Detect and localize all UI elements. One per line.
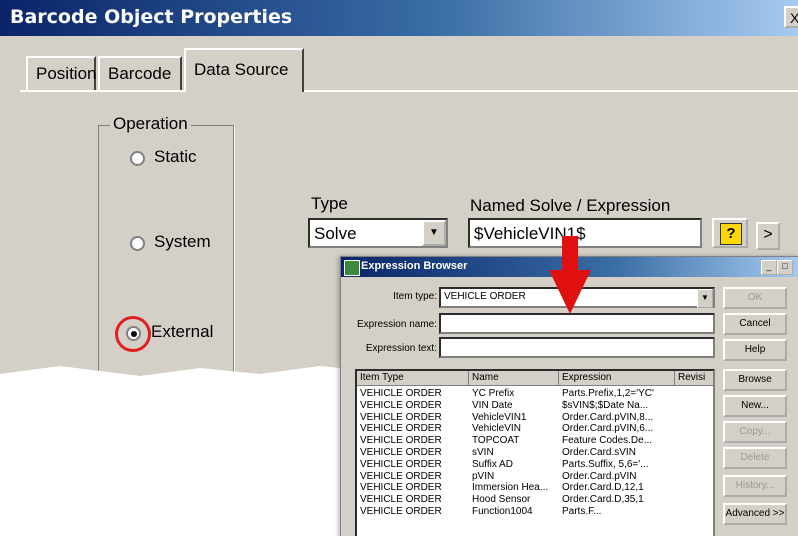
tab-position[interactable]: Position [26, 56, 96, 90]
chevron-down-icon[interactable]: ▼ [697, 289, 713, 308]
table-cell: VEHICLE ORDER [360, 423, 442, 435]
table-cell: VEHICLE ORDER [360, 411, 442, 423]
table-cell: VEHICLE ORDER [360, 458, 442, 470]
column-header-expression[interactable]: Expression [559, 371, 675, 386]
app-icon [344, 260, 360, 276]
table-cell: VEHICLE ORDER [360, 388, 442, 399]
table-cell: Function1004 [472, 506, 533, 517]
ok-button[interactable]: OK [723, 287, 787, 309]
tab-panel-border [20, 90, 798, 92]
highlight-circle [115, 316, 151, 352]
expression-name-input[interactable] [439, 313, 715, 334]
window-title: Barcode Object Properties [10, 6, 293, 28]
type-value: Solve [314, 224, 357, 243]
arrow-head [549, 270, 591, 314]
expression-text-input[interactable] [439, 337, 715, 358]
delete-button[interactable]: Delete [723, 447, 787, 469]
table-row[interactable]: VEHICLE ORDER VehicleVIN1 Order.Card.pVIN,… [357, 412, 713, 423]
table-cell: VIN Date [472, 399, 513, 411]
table-cell: VEHICLE ORDER [360, 470, 442, 482]
table-cell: Suffix AD [472, 458, 513, 470]
radio-external-label: External [151, 322, 214, 341]
browse-button[interactable]: Browse [723, 369, 787, 391]
table-row[interactable]: VEHICLE ORDER pVIN Order.Card.pVIN [357, 471, 713, 482]
table-row[interactable]: VEHICLE ORDER VIN Date $sVIN$;$Date Na... [357, 400, 713, 411]
table-cell: VehicleVIN [472, 423, 521, 435]
item-type-label: Item type: [393, 291, 437, 302]
cancel-button[interactable]: Cancel [723, 313, 787, 335]
table-cell: Order.Card.pVIN,6... [562, 423, 654, 435]
column-header-item-type[interactable]: Item Type [357, 371, 469, 386]
operation-legend: Operation [110, 114, 191, 134]
item-type-value: VEHICLE ORDER [444, 291, 526, 302]
table-cell: Parts.Prefix,1,2='YC' [562, 388, 654, 399]
column-header-name[interactable]: Name [469, 371, 559, 386]
table-row[interactable]: VEHICLE ORDER YC Prefix Parts.Prefix,1,2='… [357, 388, 713, 399]
radio-system[interactable] [130, 236, 145, 251]
table-cell: TOPCOAT [472, 435, 520, 447]
new-button[interactable]: New... [723, 395, 787, 417]
radio-static[interactable] [130, 151, 145, 166]
table-cell: Order.Card.sVIN [562, 447, 636, 458]
advanced-button[interactable]: Advanced >> [723, 503, 787, 525]
chevron-down-icon[interactable]: ▼ [422, 220, 446, 246]
table-cell: Parts.Suffix, 5,6='... [562, 458, 649, 470]
table-row[interactable]: VEHICLE ORDER Suffix AD Parts.Suffix, 5,6=… [357, 459, 713, 470]
maximize-icon[interactable]: □ [777, 260, 793, 275]
table-row[interactable]: VEHICLE ORDER TOPCOAT Feature Codes.De... [357, 435, 713, 446]
table-cell: sVIN [472, 447, 494, 458]
type-select[interactable]: Solve ▼ [308, 218, 448, 248]
table-cell: Parts.F... [562, 506, 602, 517]
list-header: Item Type Name Expression Revisi [357, 371, 713, 386]
table-cell: Hood Sensor [472, 494, 531, 506]
table-cell: $sVIN$;$Date Na... [562, 399, 649, 411]
type-label: Type [311, 194, 348, 213]
table-row[interactable]: VEHICLE ORDER sVIN Order.Card.sVIN [357, 447, 713, 458]
table-row[interactable]: VEHICLE ORDER VehicleVIN Order.Card.pVIN,6… [357, 423, 713, 434]
table-row[interactable]: VEHICLE ORDER Function1004 Parts.F... [357, 506, 713, 517]
red-arrow-annotation [549, 236, 591, 314]
expression-name-label: Expression name: [356, 319, 437, 330]
table-cell: VehicleVIN1 [472, 411, 527, 423]
table-cell: Order.Card.pVIN,8... [562, 411, 654, 423]
torn-edge-overlay [0, 366, 380, 536]
table-cell: VEHICLE ORDER [360, 447, 442, 458]
tab-barcode[interactable]: Barcode [98, 56, 182, 90]
barcode-properties-dialog: Barcode Object Properties X Position Bar… [0, 0, 798, 536]
table-cell: VEHICLE ORDER [360, 494, 442, 506]
radio-static-label: Static [154, 147, 197, 166]
more-button[interactable]: > [756, 222, 780, 250]
radio-system-label: System [154, 232, 211, 251]
history-button[interactable]: History... [723, 475, 787, 497]
table-cell: pVIN [472, 470, 495, 482]
help-button[interactable]: Help [723, 339, 787, 361]
expression-browser-title: Expression Browser [361, 260, 468, 272]
title-bar: Barcode Object Properties X [0, 0, 798, 36]
table-cell: YC Prefix [472, 388, 515, 399]
table-cell: VEHICLE ORDER [360, 399, 442, 411]
help-question-icon: ? [720, 223, 742, 245]
expression-text-label: Expression text: [365, 343, 437, 354]
copy-button[interactable]: Copy... [723, 421, 787, 443]
expression-list[interactable]: Item Type Name Expression Revisi VEHICLE… [355, 369, 715, 536]
table-cell: VEHICLE ORDER [360, 482, 442, 494]
expression-label: Named Solve / Expression [470, 196, 671, 215]
table-cell: Order.Card.D,35,1 [562, 494, 644, 506]
table-cell: Order.Card.D,12,1 [562, 482, 644, 494]
expression-browser-button[interactable]: ? [712, 218, 748, 248]
arrow-shaft [562, 236, 578, 272]
table-row[interactable]: VEHICLE ORDER Immersion Hea... Order.Card.… [357, 482, 713, 493]
tab-data-source[interactable]: Data Source [184, 48, 304, 92]
table-row[interactable]: VEHICLE ORDER Hood Sensor Order.Card.D,35,… [357, 494, 713, 505]
column-header-revision[interactable]: Revisi [675, 371, 713, 386]
minimize-icon[interactable]: _ [761, 260, 777, 275]
table-cell: VEHICLE ORDER [360, 506, 442, 517]
table-cell: Order.Card.pVIN [562, 470, 637, 482]
table-cell: VEHICLE ORDER [360, 435, 442, 447]
table-cell: Feature Codes.De... [562, 435, 653, 447]
close-button[interactable]: X [784, 6, 798, 28]
table-cell: Immersion Hea... [472, 482, 549, 494]
